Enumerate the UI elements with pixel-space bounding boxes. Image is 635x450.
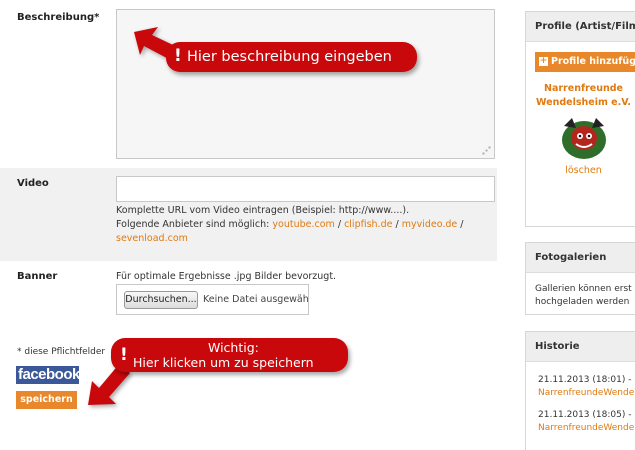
history-item: 21.11.2013 (18:05) - NarrenfreundeWende xyxy=(538,409,634,435)
banner-help-text: Für optimale Ergebnisse .jpg Bilder bevo… xyxy=(116,271,337,282)
profile-box: Profile (Artist/Film + Profile hinzufüg N… xyxy=(525,11,635,227)
banner-label: Banner xyxy=(17,271,58,282)
add-profile-button[interactable]: + Profile hinzufüg xyxy=(535,52,635,72)
gallery-text: Gallerien können erst hochgeladen werden xyxy=(535,283,632,309)
history-date: 21.11.2013 (18:01) - xyxy=(538,375,632,385)
gallery-box-title: Fotogalerien xyxy=(526,243,635,273)
provider-link-clipfish[interactable]: clipfish.de xyxy=(344,219,392,230)
provider-link-myvideo[interactable]: myvideo.de xyxy=(402,219,458,230)
provider-separator: / xyxy=(392,219,402,230)
profile-name-line1[interactable]: Narrenfreunde xyxy=(526,82,635,96)
description-callout: ! Hier beschreibung eingeben xyxy=(166,42,417,72)
history-box: Historie 21.11.2013 (18:01) - Narrenfreu… xyxy=(525,331,635,450)
banner-file-input[interactable]: Durchsuchen... Keine Datei ausgewählt xyxy=(116,284,309,315)
file-status-text: Keine Datei ausgewählt xyxy=(203,294,309,305)
description-label: Beschreibung* xyxy=(17,12,100,23)
video-help-text: Komplette URL vom Video eintragen (Beisp… xyxy=(116,205,410,216)
facebook-button[interactable]: facebook xyxy=(16,366,80,384)
history-date: 21.11.2013 (18:05) - xyxy=(538,410,632,420)
history-box-title: Historie xyxy=(526,332,635,362)
history-link[interactable]: NarrenfreundeWende xyxy=(538,422,634,435)
provider-separator: / xyxy=(334,219,345,230)
resize-grip-icon[interactable] xyxy=(482,146,491,155)
providers-prefix: Folgende Anbieter sind möglich: xyxy=(116,219,270,230)
browse-button[interactable]: Durchsuchen... xyxy=(124,291,198,309)
profile-avatar[interactable] xyxy=(558,114,610,162)
warning-icon: ! xyxy=(120,345,128,365)
save-callout-line2: Hier klicken um zu speichern xyxy=(133,355,314,370)
description-callout-text: Hier beschreibung eingeben xyxy=(187,49,392,65)
provider-separator: / xyxy=(457,219,464,230)
profile-box-title: Profile (Artist/Film xyxy=(526,12,635,42)
video-url-input[interactable] xyxy=(116,176,495,202)
video-providers: Folgende Anbieter sind möglich: youtube.… xyxy=(116,219,464,230)
gallery-text-line1: Gallerien können erst xyxy=(535,284,632,294)
video-label: Video xyxy=(17,178,49,189)
gallery-box: Fotogalerien Gallerien können erst hochg… xyxy=(525,242,635,315)
gallery-text-line2: hochgeladen werden xyxy=(535,297,630,307)
save-callout-line1: Wichtig: xyxy=(208,340,259,355)
provider-link-sevenload[interactable]: sevenload.com xyxy=(116,233,188,244)
warning-icon: ! xyxy=(174,46,182,66)
add-profile-label: Profile hinzufüg xyxy=(551,56,635,67)
save-callout: ! Wichtig: Hier klicken um zu speichern xyxy=(111,338,348,372)
profile-name[interactable]: Narrenfreunde Wendelsheim e.V. xyxy=(526,82,635,110)
history-link[interactable]: NarrenfreundeWende xyxy=(538,387,634,400)
history-item: 21.11.2013 (18:01) - NarrenfreundeWende xyxy=(538,374,634,400)
delete-profile-link[interactable]: löschen xyxy=(526,165,635,176)
provider-link-youtube[interactable]: youtube.com xyxy=(272,219,334,230)
profile-name-line2[interactable]: Wendelsheim e.V. xyxy=(526,96,635,110)
plus-icon: + xyxy=(539,56,548,66)
save-button[interactable]: speichern xyxy=(16,391,77,409)
